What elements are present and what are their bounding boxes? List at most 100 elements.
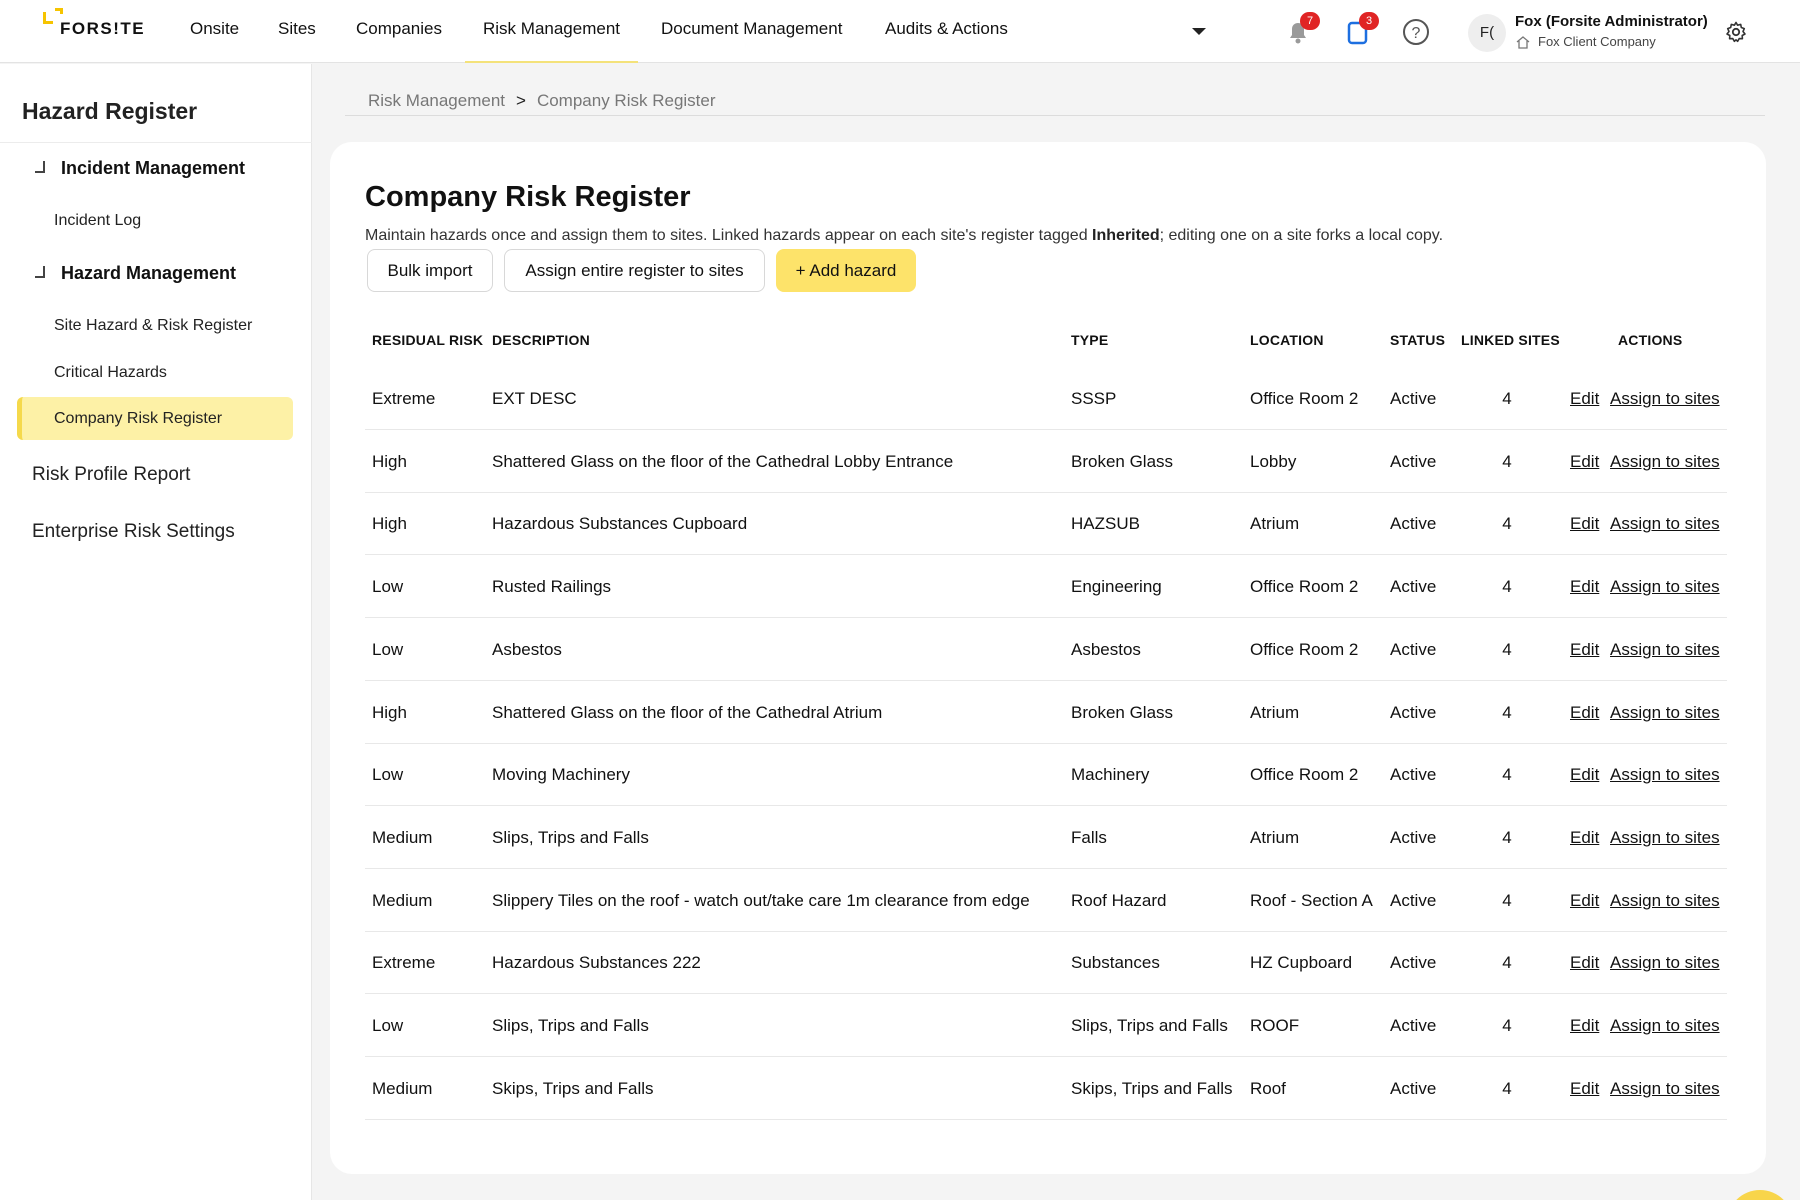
sidebar-title: Hazard Register <box>22 98 198 124</box>
assign-register-to-sites-button[interactable]: Assign entire register to sites <box>504 249 765 292</box>
nav-document-management[interactable]: Document Management <box>661 0 842 63</box>
sidebar-section-label: Hazard Management <box>61 263 237 283</box>
cell-residual-risk: Medium <box>372 890 433 910</box>
assign-to-sites-link[interactable]: Assign to sites <box>1610 744 1720 806</box>
user-avatar[interactable]: F( <box>1468 14 1506 52</box>
logo-text: FORS!TE <box>60 19 146 38</box>
nav-more-chevron-down-icon[interactable] <box>1192 28 1206 35</box>
sidebar-item-enterprise-risk-settings[interactable]: Enterprise Risk Settings <box>32 521 235 543</box>
sidebar-item-risk-profile-report[interactable]: Risk Profile Report <box>32 464 190 486</box>
page-description: Maintain hazards once and assign them to… <box>365 227 1443 245</box>
assign-to-sites-link[interactable]: Assign to sites <box>1610 1058 1720 1120</box>
nav-audits-actions[interactable]: Audits & Actions <box>885 0 1008 63</box>
nav-risk-management[interactable]: Risk Management <box>464 0 639 63</box>
collapse-corner-icon <box>35 161 45 173</box>
forsite-logo[interactable]: FORS!TE <box>43 8 153 42</box>
cell-linked-sites: 4 <box>1502 577 1512 597</box>
nav-companies[interactable]: Companies <box>356 0 442 63</box>
edit-link[interactable]: Edit <box>1570 619 1599 681</box>
column-header-linked-sites[interactable]: LINKED SITES <box>1461 332 1560 348</box>
cell-status: Active <box>1390 890 1437 910</box>
user-name[interactable]: Fox (Forsite Administrator) <box>1515 13 1708 30</box>
sidebar-section-hazard-management[interactable]: Hazard Management <box>35 263 236 284</box>
add-hazard-button[interactable]: + Add hazard <box>776 249 916 292</box>
cell-status: Active <box>1390 1078 1437 1098</box>
column-header-location[interactable]: LOCATION <box>1250 332 1324 348</box>
sidebar <box>0 64 312 1200</box>
cell-description: EXT DESC <box>492 389 577 408</box>
table-row: Medium Slips, Trips and Falls Falls Atrium A… <box>365 807 1727 869</box>
cell-linked-sites: 4 <box>1502 451 1512 471</box>
cell-type: Roof Hazard <box>1071 890 1167 910</box>
cell-linked-sites: 4 <box>1502 827 1512 847</box>
cell-status: Active <box>1390 953 1437 973</box>
cell-type: Machinery <box>1071 765 1150 785</box>
cell-location: Office Room 2 <box>1250 577 1359 597</box>
cell-location: Office Room 2 <box>1250 765 1359 785</box>
floating-action-button[interactable] <box>1727 1190 1793 1200</box>
cell-type: Skips, Trips and Falls <box>1071 1078 1233 1098</box>
cell-linked-sites: 4 <box>1502 890 1512 910</box>
assign-to-sites-link[interactable]: Assign to sites <box>1610 368 1720 430</box>
table-row: High Shattered Glass on the floor of the … <box>365 431 1727 493</box>
cell-description: Hazardous Substances 222 <box>492 953 701 973</box>
sidebar-item-incident-log[interactable]: Incident Log <box>54 212 141 230</box>
edit-link[interactable]: Edit <box>1570 932 1599 994</box>
help-button[interactable]: ? <box>1398 14 1434 50</box>
sidebar-item-site-hazard-risk-register[interactable]: Site Hazard & Risk Register <box>54 317 252 335</box>
column-header-description[interactable]: DESCRIPTION <box>492 332 590 348</box>
tasks-button[interactable]: 3 <box>1339 12 1379 50</box>
bulk-import-button[interactable]: Bulk import <box>367 249 493 292</box>
table-row: Low Moving Machinery Machinery Office Room … <box>365 744 1727 807</box>
assign-to-sites-link[interactable]: Assign to sites <box>1610 870 1720 932</box>
assign-to-sites-link[interactable]: Assign to sites <box>1610 995 1720 1057</box>
collapse-corner-icon <box>35 266 45 278</box>
cell-location: Office Room 2 <box>1250 389 1359 408</box>
assign-to-sites-link[interactable]: Assign to sites <box>1610 619 1720 681</box>
edit-link[interactable]: Edit <box>1570 1058 1599 1120</box>
assign-to-sites-link[interactable]: Assign to sites <box>1610 807 1720 869</box>
nav-onsite[interactable]: Onsite <box>190 0 239 63</box>
cell-type: SSSP <box>1071 389 1117 408</box>
column-header-status[interactable]: STATUS <box>1390 332 1445 348</box>
column-header-type[interactable]: TYPE <box>1071 332 1108 348</box>
edit-link[interactable]: Edit <box>1570 682 1599 744</box>
cell-description: Shattered Glass on the floor of the Cath… <box>492 451 954 471</box>
table-row: Low Rusted Railings Engineering Office Room… <box>365 556 1727 619</box>
edit-link[interactable]: Edit <box>1570 556 1599 618</box>
cell-linked-sites: 4 <box>1502 514 1512 534</box>
edit-link[interactable]: Edit <box>1570 744 1599 806</box>
edit-link[interactable]: Edit <box>1570 870 1599 932</box>
settings-gear-icon[interactable] <box>1724 20 1748 44</box>
assign-to-sites-link[interactable]: Assign to sites <box>1610 682 1720 744</box>
breadcrumb-parent[interactable]: Risk Management <box>368 91 505 110</box>
page-title: Company Risk Register <box>365 181 691 213</box>
assign-to-sites-link[interactable]: Assign to sites <box>1610 556 1720 618</box>
sidebar-section-incident-management[interactable]: Incident Management <box>35 158 245 179</box>
cell-location: Atrium <box>1250 827 1300 847</box>
assign-to-sites-link[interactable]: Assign to sites <box>1610 493 1720 555</box>
assign-to-sites-link[interactable]: Assign to sites <box>1610 932 1720 994</box>
nav-sites[interactable]: Sites <box>278 0 316 63</box>
top-navigation-bar: FORS!TE Onsite Sites Companies Risk Mana… <box>0 0 1800 63</box>
sidebar-item-company-risk-register[interactable]: Company Risk Register <box>54 410 222 428</box>
sidebar-item-critical-hazards[interactable]: Critical Hazards <box>54 364 167 382</box>
cell-residual-risk: Extreme <box>372 389 436 408</box>
table-row: Medium Slippery Tiles on the roof - watch… <box>365 870 1727 932</box>
edit-link[interactable]: Edit <box>1570 493 1599 555</box>
edit-link[interactable]: Edit <box>1570 807 1599 869</box>
notifications-button[interactable]: 7 <box>1280 12 1320 50</box>
edit-link[interactable]: Edit <box>1570 431 1599 493</box>
cell-location: HZ Cupboard <box>1250 953 1353 973</box>
breadcrumb-current: Company Risk Register <box>536 91 716 110</box>
column-header-residual-risk[interactable]: RESIDUAL RISK <box>372 332 483 348</box>
edit-link[interactable]: Edit <box>1570 368 1599 430</box>
cell-status: Active <box>1390 514 1437 534</box>
cell-location: Atrium <box>1250 702 1300 722</box>
cell-residual-risk: Extreme <box>372 953 436 973</box>
table-row: Extreme Hazardous Substances 222 Substance… <box>365 932 1727 995</box>
assign-to-sites-link[interactable]: Assign to sites <box>1610 431 1720 493</box>
edit-link[interactable]: Edit <box>1570 995 1599 1057</box>
cell-residual-risk: Medium <box>372 1078 433 1098</box>
breadcrumb: Risk Management > Company Risk Register <box>368 91 716 111</box>
